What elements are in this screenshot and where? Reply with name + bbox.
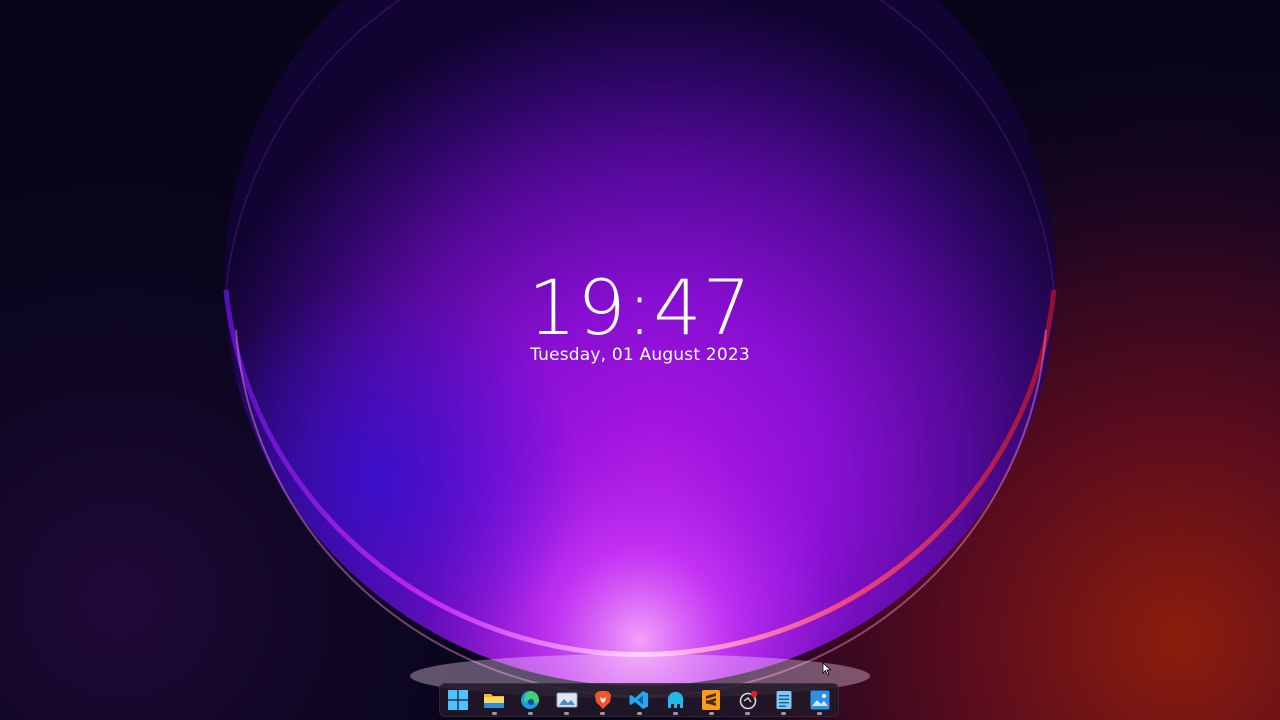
- taskbar-item-photos[interactable]: [549, 684, 585, 716]
- taskbar-item-brave[interactable]: [585, 684, 621, 716]
- taskbar-item-start[interactable]: [440, 684, 476, 716]
- taskbar-item-file-explorer[interactable]: [476, 684, 512, 716]
- clock-date: Tuesday, 01 August 2023: [530, 345, 750, 365]
- vscode-icon: [629, 691, 648, 709]
- clock-time: 19:47: [527, 263, 753, 352]
- taskbar-item-sublime-text[interactable]: [693, 684, 729, 716]
- windows-logo-icon: [448, 690, 469, 710]
- taskbar-item-vscode[interactable]: [621, 684, 657, 716]
- taskbar-item-app-circle[interactable]: [729, 684, 765, 716]
- taskbar-item-photo-viewer[interactable]: [802, 684, 838, 716]
- taskbar-item-app-blue[interactable]: [657, 684, 693, 716]
- clock-widget: 19:47 Tuesday, 01 August 2023: [0, 262, 1280, 366]
- running-indicator: [600, 712, 606, 715]
- running-indicator: [491, 712, 497, 715]
- taskbar[interactable]: [439, 683, 839, 717]
- photos-icon: [556, 692, 578, 708]
- edge-browser-icon: [521, 691, 540, 709]
- running-indicator: [708, 712, 714, 715]
- image-viewer-icon: [810, 690, 830, 710]
- notepad-icon: [776, 691, 792, 709]
- sublime-text-icon: [702, 690, 721, 710]
- running-indicator: [745, 712, 751, 715]
- brave-browser-icon: [594, 691, 611, 709]
- running-indicator: [527, 712, 533, 715]
- circle-app-icon: [739, 690, 757, 710]
- running-indicator: [817, 712, 823, 715]
- folder-icon: [484, 694, 505, 708]
- taskbar-item-notepad[interactable]: [766, 684, 802, 716]
- running-indicator: [672, 712, 678, 715]
- mouse-cursor-icon: [822, 662, 832, 676]
- taskbar-item-edge[interactable]: [512, 684, 548, 716]
- running-indicator: [564, 712, 570, 715]
- running-indicator: [781, 712, 787, 715]
- desktop[interactable]: 19:47 Tuesday, 01 August 2023: [0, 0, 1280, 720]
- elephant-icon: [668, 691, 684, 708]
- running-indicator: [636, 712, 642, 715]
